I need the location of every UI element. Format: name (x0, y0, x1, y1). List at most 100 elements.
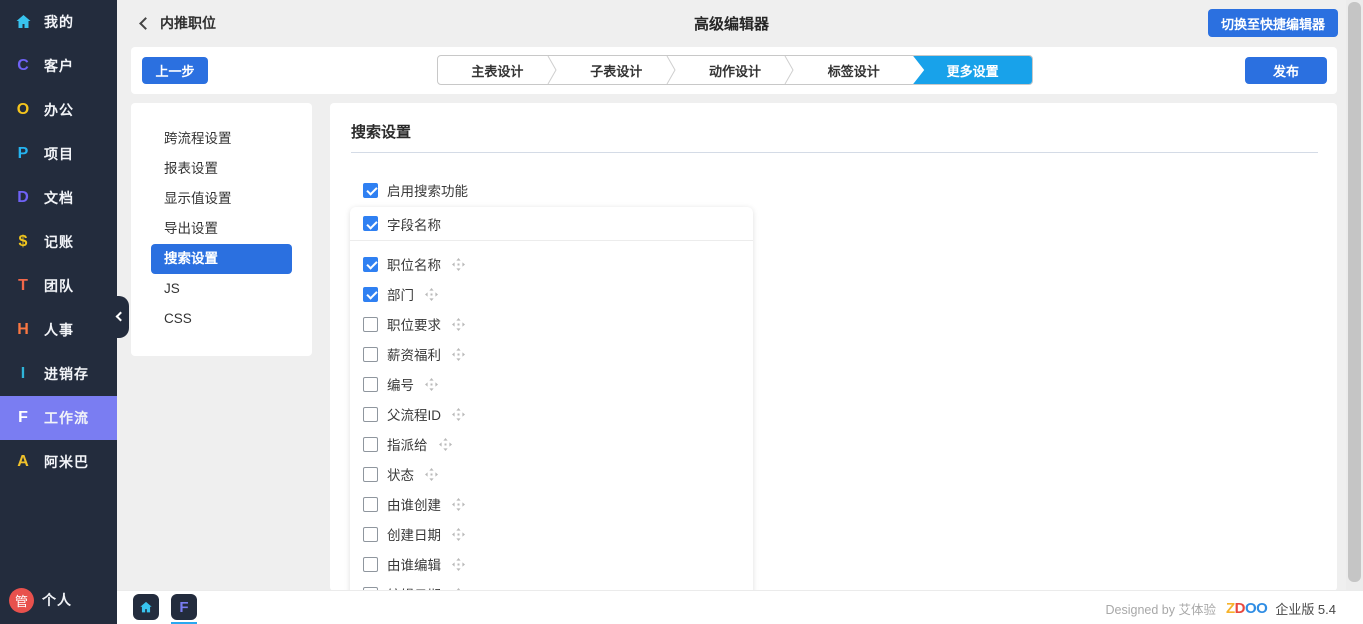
field-row[interactable]: 指派给 (350, 429, 753, 459)
settings-nav-item[interactable]: 显示值设置 (151, 184, 292, 214)
field-row[interactable]: 职位要求 (350, 309, 753, 339)
step-tab[interactable]: 动作设计 (676, 56, 795, 84)
logo-letter: Z (1226, 600, 1235, 617)
switch-editor-button[interactable]: 切换至快捷编辑器 (1208, 9, 1338, 37)
field-label: 由谁编辑 (387, 554, 441, 574)
field-label: 指派给 (387, 434, 428, 454)
search-fields-card: 字段名称 职位名称 部门 (350, 207, 753, 591)
drag-handle-icon[interactable] (452, 558, 465, 571)
field-checkbox[interactable] (363, 497, 378, 512)
sidebar-item-label: 文档 (44, 188, 74, 208)
publish-button[interactable]: 发布 (1245, 57, 1327, 84)
sidebar-item-label: 我的 (44, 12, 74, 32)
sidebar-user[interactable]: 管 个人 (0, 578, 117, 622)
sidebar-item[interactable]: D 文档 (0, 176, 117, 220)
sidebar-item[interactable]: T 团队 (0, 264, 117, 308)
sidebar-item[interactable]: P 项目 (0, 132, 117, 176)
sidebar-item[interactable]: $ 记账 (0, 220, 117, 264)
field-row[interactable]: 状态 (350, 459, 753, 489)
field-row[interactable]: 编号 (350, 369, 753, 399)
settings-nav-item[interactable]: 报表设置 (151, 154, 292, 184)
step-label: 更多设置 (947, 61, 999, 80)
step-tab[interactable]: 子表设计 (557, 56, 676, 84)
sidebar-item[interactable]: O 办公 (0, 88, 117, 132)
sidebar-item-label: 项目 (44, 144, 74, 164)
settings-nav-item[interactable]: 导出设置 (151, 214, 292, 244)
app-icon: I (11, 365, 35, 383)
footer-credits: Designed by 艾体验 ZDOO 企业版 5.4 (1105, 591, 1336, 624)
app-icon: D (11, 189, 35, 207)
field-checkbox[interactable] (363, 347, 378, 362)
sidebar-item[interactable]: F 工作流 (0, 396, 117, 440)
step-label: 动作设计 (709, 61, 761, 80)
workflow-icon: F (179, 599, 188, 616)
field-label: 部门 (387, 284, 414, 304)
field-name-header-row[interactable]: 字段名称 (350, 207, 753, 241)
drag-handle-icon[interactable] (452, 348, 465, 361)
field-label: 职位要求 (387, 314, 441, 334)
user-avatar[interactable]: 管 (9, 588, 34, 613)
top-header: 内推职位 高级编辑器 切换至快捷编辑器 (117, 0, 1346, 46)
settings-nav-item[interactable]: 跨流程设置 (151, 124, 292, 154)
footer: F Designed by 艾体验 ZDOO 企业版 5.4 (117, 590, 1363, 624)
page-title: 高级编辑器 (117, 0, 1346, 46)
drag-handle-icon[interactable] (425, 468, 438, 481)
drag-handle-icon[interactable] (452, 258, 465, 271)
field-row[interactable]: 部门 (350, 279, 753, 309)
step-tab[interactable]: 更多设置 (913, 56, 1032, 84)
scrollbar-track[interactable] (1346, 0, 1363, 624)
drag-handle-icon[interactable] (452, 318, 465, 331)
logo-letter: O (1256, 600, 1267, 617)
step-separator-icon (666, 56, 676, 84)
drag-handle-icon[interactable] (452, 528, 465, 541)
sidebar-item[interactable]: A 阿米巴 (0, 440, 117, 484)
field-checkbox[interactable] (363, 437, 378, 452)
taskbar-home-button[interactable] (133, 594, 159, 620)
field-checkbox[interactable] (363, 557, 378, 572)
drag-handle-icon[interactable] (452, 498, 465, 511)
settings-nav-item[interactable]: JS (151, 274, 292, 304)
settings-nav-item[interactable]: CSS (151, 304, 292, 334)
field-checkbox[interactable] (363, 287, 378, 302)
field-row[interactable]: 创建日期 (350, 519, 753, 549)
enable-search-row[interactable]: 启用搜索功能 (363, 180, 468, 200)
settings-nav: 跨流程设置 报表设置 显示值设置 导出设置 搜索设置 JS CSS (131, 103, 312, 356)
app-icon: C (11, 57, 35, 75)
previous-step-button[interactable]: 上一步 (142, 57, 208, 84)
sidebar-item[interactable]: 我的 (0, 0, 117, 44)
designed-by-text: Designed by 艾体验 (1105, 599, 1215, 618)
drag-handle-icon[interactable] (452, 408, 465, 421)
field-name-checkbox[interactable] (363, 216, 378, 231)
field-checkbox[interactable] (363, 407, 378, 422)
drag-handle-icon[interactable] (439, 438, 452, 451)
sidebar-item-label: 办公 (44, 100, 74, 120)
enable-search-checkbox[interactable] (363, 183, 378, 198)
logo-letter: D (1235, 600, 1245, 617)
field-row[interactable]: 职位名称 (350, 249, 753, 279)
step-tab[interactable]: 主表设计 (438, 56, 557, 84)
field-checkbox[interactable] (363, 527, 378, 542)
field-checkbox[interactable] (363, 317, 378, 332)
app-icon: H (11, 321, 35, 339)
field-row[interactable]: 由谁创建 (350, 489, 753, 519)
field-row[interactable]: 父流程ID (350, 399, 753, 429)
taskbar-workflow-button[interactable]: F (171, 594, 197, 620)
sidebar-collapse-toggle[interactable] (107, 296, 129, 338)
sidebar-item[interactable]: I 进销存 (0, 352, 117, 396)
step-tab[interactable]: 标签设计 (794, 56, 913, 84)
back-link[interactable]: 内推职位 (141, 0, 216, 46)
drag-handle-icon[interactable] (425, 288, 438, 301)
field-row[interactable]: 由谁编辑 (350, 549, 753, 579)
drag-handle-icon[interactable] (425, 378, 438, 391)
field-row[interactable]: 薪资福利 (350, 339, 753, 369)
field-checkbox[interactable] (363, 467, 378, 482)
field-checkbox[interactable] (363, 377, 378, 392)
field-checkbox[interactable] (363, 257, 378, 272)
sidebar-item[interactable]: C 客户 (0, 44, 117, 88)
sidebar-item[interactable]: H 人事 (0, 308, 117, 352)
search-settings-panel: 搜索设置 启用搜索功能 字段名称 职位名称 (330, 103, 1337, 591)
app-icon: A (11, 453, 35, 471)
settings-nav-item[interactable]: 搜索设置 (151, 244, 292, 274)
logo-letter: O (1245, 600, 1256, 617)
scrollbar-thumb[interactable] (1348, 2, 1361, 582)
